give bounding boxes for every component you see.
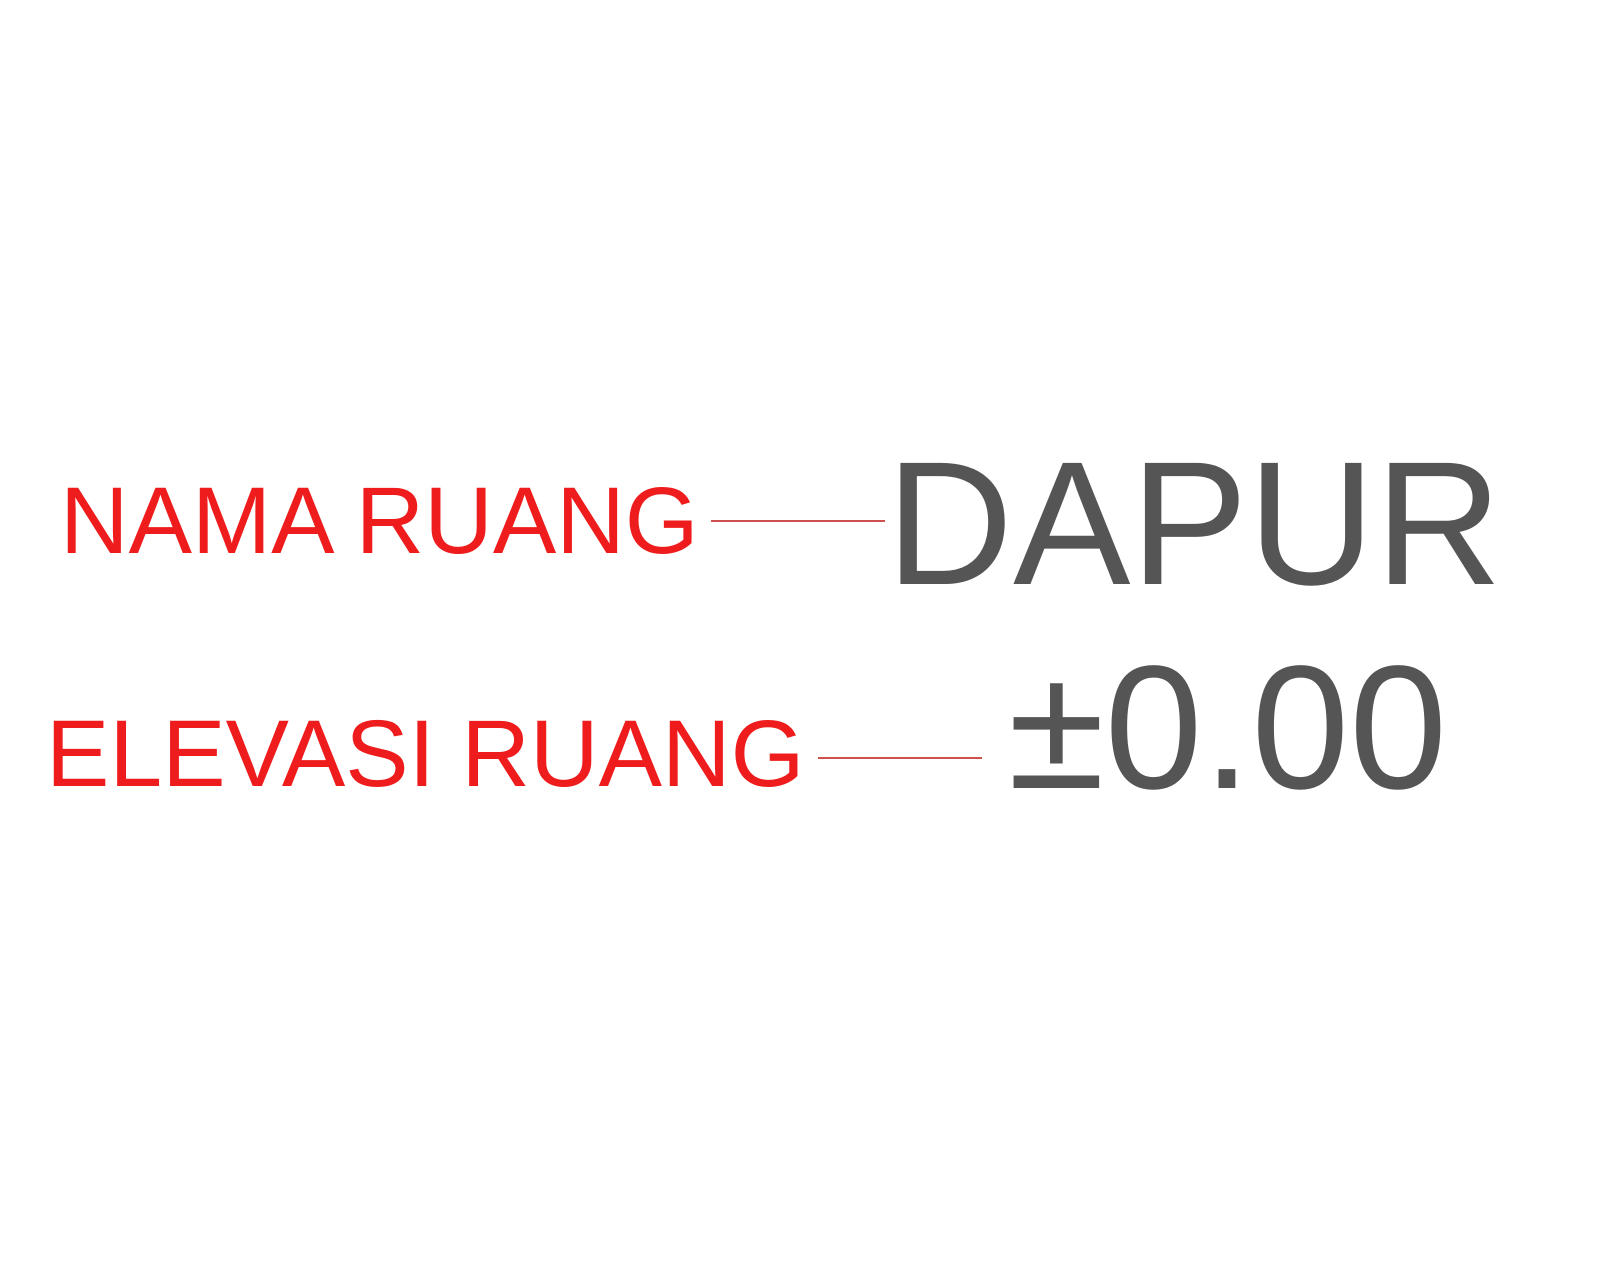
room-name-leader-line — [711, 520, 885, 522]
room-elevation-leader-line — [818, 757, 982, 759]
room-name-label: NAMA RUANG — [60, 468, 699, 574]
room-name-value: DAPUR — [886, 426, 1503, 622]
room-elevation-label: ELEVASI RUANG — [46, 701, 805, 807]
room-elevation-value: ±0.00 — [1008, 630, 1448, 826]
